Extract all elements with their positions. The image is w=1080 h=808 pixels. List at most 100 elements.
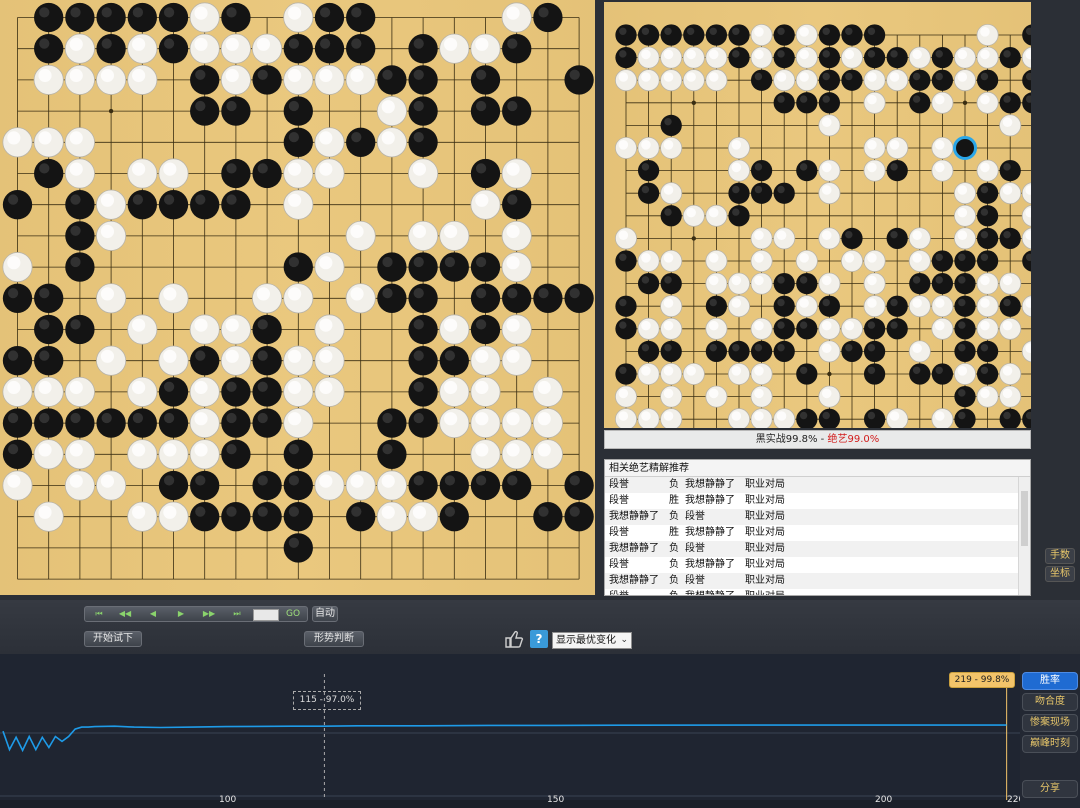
start-trial-button[interactable]: 开始试下 [84,631,142,647]
black-stone [750,159,773,182]
black-stone [773,295,795,317]
black-stone [470,252,501,282]
black-stone [660,272,682,295]
black-stone [408,377,438,407]
blunder-scene-button[interactable]: 惨案现场 [1022,714,1078,732]
black-stone [728,24,750,46]
list-scrollbar[interactable] [1018,477,1030,595]
list-item[interactable]: 段誉负我想静静了职业对局 [605,589,1030,595]
black-stone [728,205,750,227]
black-stone [439,470,469,501]
black-stone [999,92,1021,114]
judge-button[interactable]: 形势判断 [304,631,364,647]
black-stone [34,283,64,313]
black-stone [931,363,954,385]
black-stone [637,272,660,295]
black-stone [377,252,407,282]
forward-ten-icon[interactable]: ▶▶ [197,608,221,620]
black-stone [796,363,818,385]
black-stone [841,340,863,363]
black-stone [252,470,282,501]
ai-go-board[interactable] [604,2,1031,428]
share-button[interactable]: 分享 [1022,780,1078,798]
result: 负 [669,575,679,586]
black-stone [127,2,157,33]
black-stone [377,439,407,469]
black-stone [502,470,532,501]
black-stone [346,502,376,532]
black-stone [34,346,64,376]
help-icon[interactable]: ? [530,630,548,648]
black-stone [96,34,126,64]
game-type: 职业对局 [745,559,785,570]
thumbs-up-icon[interactable] [504,630,524,648]
black-stone [408,65,438,95]
player-1: 段誉 [609,495,629,506]
black-stone [408,96,438,126]
win-rate-graph[interactable] [0,654,1020,808]
black-stone [314,2,345,33]
first-move-icon[interactable]: ⏮ [87,608,111,620]
black-stone [470,470,501,501]
go-button[interactable]: GO [282,607,304,621]
move-number-button[interactable]: 手数 [1045,548,1075,564]
black-stone [252,314,282,345]
black-stone [221,190,251,220]
black-stone [1022,250,1031,272]
black-stone [637,159,660,182]
black-stone [502,190,532,220]
black-stone [65,252,95,282]
black-stone [728,340,750,363]
win-rate-button[interactable]: 胜率 [1022,672,1078,690]
black-stone [564,283,594,313]
black-stone [314,34,345,64]
coordinates-button[interactable]: 坐标 [1045,566,1075,582]
black-stone [65,2,95,33]
black-stone [190,346,220,376]
win-rate-line [2,724,1007,753]
eval-ai-text: 绝艺99.0% [827,434,880,445]
game-type: 职业对局 [745,511,785,522]
board-grid [2,2,594,580]
black-stone [470,283,501,313]
black-stone [909,92,931,114]
list-item[interactable]: 我想静静了负段誉 职业对局 [605,541,1030,557]
forward-one-icon[interactable]: ▶ [169,608,193,620]
back-one-icon[interactable]: ◀ [141,608,165,620]
result: 负 [669,589,679,595]
black-stone [796,159,818,182]
black-stone [660,24,682,46]
black-stone [533,283,563,313]
move-input[interactable] [253,609,279,621]
black-stone [502,283,532,313]
player-2: 我想静静了 [685,479,735,490]
match-rate-button[interactable]: 吻合度 [1022,693,1078,711]
last-move-icon[interactable]: ⏭ [225,608,249,620]
list-item[interactable]: 段誉 胜我想静静了 职业对局 [605,493,1030,509]
list-item[interactable]: 段誉 胜我想静静了 职业对局 [605,525,1030,541]
auto-button[interactable]: 自动 [312,606,338,622]
black-stone [533,2,563,33]
player-1: 我想静静了 [609,543,659,554]
black-stone [1022,24,1031,46]
back-ten-icon[interactable]: ◀◀ [113,608,137,620]
black-stone [221,158,251,189]
main-go-board[interactable] [0,0,595,595]
black-stone [886,227,908,250]
game-type: 职业对局 [745,575,785,586]
player-1: 我想静静了 [609,511,659,522]
list-item[interactable]: 我想静静了负段誉 职业对局 [605,509,1030,525]
scroll-thumb[interactable] [1021,491,1028,546]
variation-select[interactable]: 显示最优变化 ⌄ [552,632,632,649]
black-stone [2,439,33,469]
list-item[interactable]: 段誉负我想静静了职业对局 [605,557,1030,573]
player-1: 段誉 [609,559,629,570]
black-stone [470,314,501,345]
list-item[interactable]: 我想静静了负段誉 职业对局 [605,573,1030,589]
list-item[interactable]: 段誉负我想静静了职业对局 [605,477,1030,493]
peak-moment-button[interactable]: 巅峰时刻 [1022,735,1078,753]
black-stone [796,408,818,428]
black-stone [863,408,886,428]
black-stone [2,346,33,376]
player-2: 我想静静了 [685,589,735,595]
